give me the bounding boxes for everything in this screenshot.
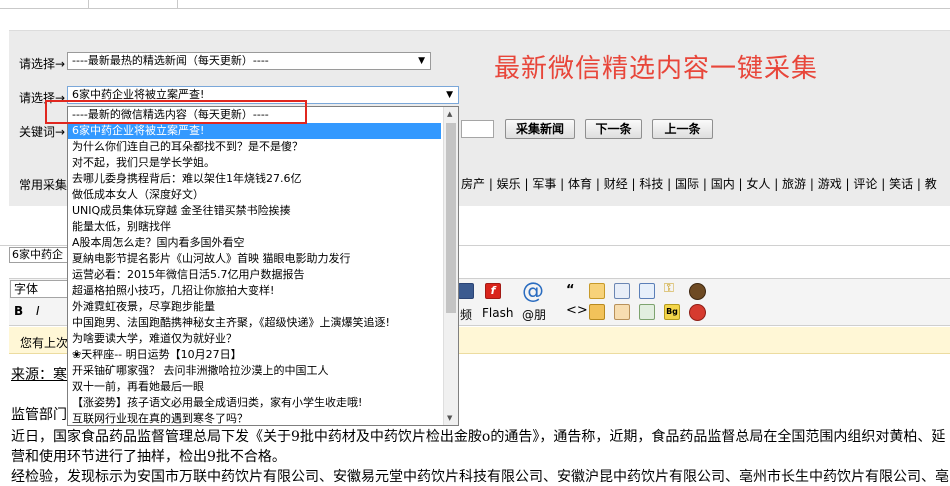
flash-label: Flash bbox=[482, 306, 514, 320]
dropdown-option[interactable]: 夏納电影节提名影片《山河故人》首映 猫眼电影助力发行 bbox=[68, 251, 441, 267]
dropdown-option[interactable]: 对不起，我们只是学长学姐。 bbox=[68, 155, 441, 171]
quote-icon[interactable]: “ bbox=[566, 283, 575, 298]
source-line: 来源：寒 bbox=[11, 367, 67, 383]
lock-icon[interactable] bbox=[589, 304, 605, 320]
keyword-input[interactable] bbox=[461, 120, 494, 138]
title-input[interactable]: 6家中药企 bbox=[9, 247, 69, 263]
calendar-icon[interactable] bbox=[589, 283, 605, 299]
paragraph-4: 经检验，发现标示为安国市万联中药饮片有限公司、安徽易元堂中药饮片科技有限公司、安… bbox=[11, 469, 949, 485]
news-dropdown-list[interactable]: ----最新的微信精选内容（每天更新）---- 6家中药企业将被立案严查! 为什么你… bbox=[67, 106, 459, 426]
bg-icon[interactable]: Bg bbox=[664, 304, 680, 320]
chevron-down-icon: ▼ bbox=[446, 90, 453, 100]
at-label: @朋 bbox=[522, 308, 547, 322]
at-icon[interactable]: @ bbox=[522, 279, 544, 304]
dropdown-option[interactable]: 中国跑男、法国跑酷携神秘女主齐聚，《超级快递》上演爆笑追逐! bbox=[68, 315, 441, 331]
dropdown-scrollbar[interactable]: ▲ ▼ bbox=[443, 107, 458, 425]
paragraph-3: 营和使用环节进行了抽样，检出9批不合格。 bbox=[11, 449, 286, 465]
video-icon[interactable] bbox=[458, 283, 474, 299]
bold-button[interactable]: B bbox=[14, 304, 23, 318]
emoji-icon[interactable] bbox=[689, 283, 706, 300]
collect-news-button[interactable]: 采集新闻 bbox=[505, 119, 575, 139]
dropdown-option[interactable]: 能量太低，别瞎找伴 bbox=[68, 219, 441, 235]
dropdown-option[interactable]: 双十一前，再看她最后一眼 bbox=[68, 379, 441, 395]
notice-text: 您有上次 bbox=[20, 336, 69, 350]
dropdown-option[interactable]: 【涨姿势】孩子语文必用最全成语归类，家有小学生收走哦! bbox=[68, 395, 441, 411]
news-select-1-value: ----最新最热的精选新闻（每天更新）---- bbox=[72, 54, 269, 67]
dropdown-option[interactable]: 外滩霓虹夜景，尽享跑步能量 bbox=[68, 299, 441, 315]
dropdown-option[interactable]: 超逼格拍照小技巧，几招让你旅拍大变样! bbox=[68, 283, 441, 299]
news-select-1[interactable]: ----最新最热的精选新闻（每天更新）---- ▼ bbox=[67, 52, 431, 70]
italic-button[interactable]: I bbox=[36, 304, 40, 318]
scrollbar-thumb[interactable] bbox=[446, 123, 456, 313]
tab-1[interactable] bbox=[0, 0, 89, 8]
dropdown-option[interactable]: ❀天秤座-- 明日运势【10月27日】 bbox=[68, 347, 441, 363]
insert-icon[interactable] bbox=[614, 304, 630, 320]
dropdown-option[interactable]: 为什么你们连自己的耳朵都找不到？是不是傻？ bbox=[68, 139, 441, 155]
scroll-down-icon[interactable]: ▼ bbox=[447, 414, 452, 422]
keyword-label: 关键词→ bbox=[19, 125, 66, 139]
scroll-up-icon[interactable]: ▲ bbox=[447, 110, 452, 118]
dropdown-option[interactable]: 去哪儿委身携程背后：难以架住1年烧钱27.6亿 bbox=[68, 171, 441, 187]
tab-2[interactable] bbox=[89, 0, 178, 8]
prev-button[interactable]: 上一条 bbox=[652, 119, 713, 139]
table-icon[interactable] bbox=[639, 304, 655, 320]
paragraph-1: 监管部门 bbox=[11, 407, 67, 423]
dropdown-option[interactable]: 6家中药企业将被立案严查! bbox=[68, 123, 441, 139]
chevron-down-icon: ▼ bbox=[418, 56, 425, 66]
dropdown-option[interactable]: 运营必看：2015年微信日活5.7亿用户数据报告 bbox=[68, 267, 441, 283]
dropdown-option[interactable]: 为啥要读大学，难道仅为就好业？ bbox=[68, 331, 441, 347]
robot-icon[interactable] bbox=[689, 304, 706, 321]
dropdown-option[interactable]: 互联网行业现在真的遇到寒冬了吗？ bbox=[68, 411, 441, 425]
video-label: 频 bbox=[460, 308, 473, 322]
key-icon[interactable]: ⚿ bbox=[664, 281, 674, 296]
flash-icon[interactable]: f bbox=[485, 283, 501, 299]
dropdown-option[interactable]: UNIQ成员集体玩穿越 金圣往错买禁书险挨揍 bbox=[68, 203, 441, 219]
select1-label: 请选择→ bbox=[19, 57, 66, 71]
next-button[interactable]: 下一条 bbox=[585, 119, 642, 139]
dropdown-option[interactable]: 做低成本女人（深度好文） bbox=[68, 187, 441, 203]
font-select[interactable]: 字体 bbox=[10, 280, 70, 298]
dropdown-option[interactable]: 开采铀矿哪家强？ 去问非洲撒哈拉沙漠上的中国工人 bbox=[68, 363, 441, 379]
category-links[interactable]: 房产 | 娱乐 | 军事 | 体育 | 财经 | 科技 | 国际 | 国内 | … bbox=[461, 175, 937, 192]
list-icon[interactable] bbox=[639, 283, 655, 299]
code-icon[interactable]: <> bbox=[566, 303, 588, 318]
paragraph-2: 近日，国家食品药品监督管理总局下发《关于9批中药材及中药饮片检出金胺o的通告》，… bbox=[11, 429, 946, 445]
dropdown-option[interactable]: A股本周怎么走？国内看多国外看空 bbox=[68, 235, 441, 251]
highlight-box bbox=[45, 100, 307, 124]
common-collect-label: 常用采集 bbox=[19, 178, 68, 192]
document-icon[interactable] bbox=[614, 283, 630, 299]
panel-heading: 最新微信精选内容一键采集 bbox=[494, 54, 819, 84]
